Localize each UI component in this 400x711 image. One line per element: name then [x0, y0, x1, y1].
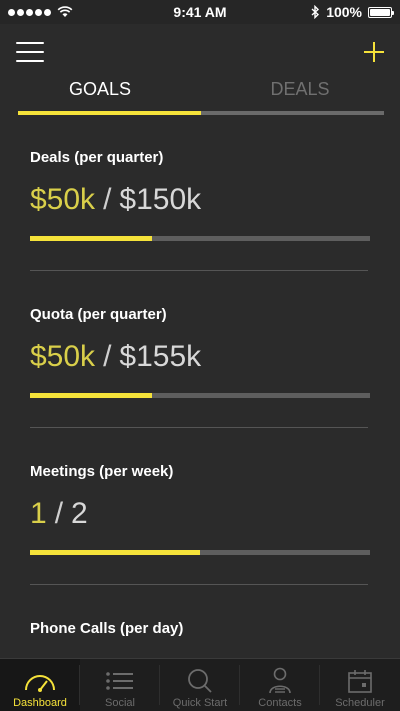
goal-progress-bar: [30, 550, 370, 555]
goal-progress-fill: [30, 393, 153, 398]
signal-strength-icon: [8, 8, 51, 16]
divider: [30, 584, 368, 585]
goals-list[interactable]: Deals (per quarter) $50k / $150k Quota (pe…: [0, 115, 400, 658]
list-icon: [106, 672, 133, 690]
goal-target-value: 2: [71, 497, 88, 530]
bottom-tab-bar: Dashboard Social Quick Start Contacts Sc…: [0, 658, 400, 711]
battery-icon: [368, 6, 394, 18]
status-right: 100%: [311, 4, 394, 20]
gauge-icon: [25, 675, 55, 692]
goal-card-deals[interactable]: Deals (per quarter) $50k / $150k: [0, 115, 400, 272]
goal-card-quota[interactable]: Quota (per quarter) $50k / $155k: [0, 272, 400, 429]
goal-target-value: $155k: [119, 340, 202, 373]
segment-tabs: GOALS DEALS: [0, 72, 400, 112]
battery-percent: 100%: [326, 4, 362, 20]
tabbar-label: Dashboard: [13, 697, 67, 709]
search-icon: [188, 669, 212, 693]
tabbar-label: Social: [105, 697, 135, 709]
tabbar-item-quick-start[interactable]: Quick Start: [160, 659, 240, 711]
tab-goals[interactable]: GOALS: [0, 72, 200, 112]
wifi-icon: [57, 6, 73, 17]
goal-title: Deals (per quarter): [30, 149, 164, 166]
goal-title: Phone Calls (per day): [30, 620, 184, 637]
tabbar-label: Quick Start: [172, 697, 228, 709]
goal-title: Meetings (per week): [30, 463, 174, 480]
goal-separator: /: [103, 340, 112, 373]
status-bar: 9:41 AM 100%: [0, 0, 400, 24]
goal-separator: /: [103, 183, 112, 216]
goal-value: $50k / $155k: [30, 340, 201, 374]
hamburger-menu-icon[interactable]: [16, 42, 44, 64]
tabbar-label: Contacts: [258, 697, 302, 709]
goal-progress-fill: [30, 550, 200, 555]
tabbar-item-scheduler[interactable]: Scheduler: [320, 659, 400, 711]
tab-deals[interactable]: DEALS: [200, 72, 400, 112]
divider: [30, 427, 368, 428]
goal-progress-fill: [30, 236, 153, 241]
goal-current-value: $50k: [30, 340, 96, 373]
tabbar-item-dashboard[interactable]: Dashboard: [0, 659, 80, 711]
plus-icon[interactable]: [362, 40, 386, 64]
goal-card-meetings[interactable]: Meetings (per week) 1/2: [0, 429, 400, 586]
goal-current-value: $50k: [30, 183, 96, 216]
bluetooth-icon: [311, 5, 320, 19]
goal-progress-bar: [30, 393, 370, 398]
tabbar-label: Scheduler: [335, 697, 385, 709]
tabbar-item-social[interactable]: Social: [80, 659, 160, 711]
goal-value: $50k / $150k: [30, 183, 201, 217]
divider: [30, 270, 368, 271]
calendar-icon: [348, 670, 372, 693]
person-icon: [269, 667, 291, 694]
goal-card-phone-calls[interactable]: Phone Calls (per day): [0, 586, 400, 658]
goal-title: Quota (per quarter): [30, 306, 167, 323]
signal-group: [8, 6, 73, 18]
goal-progress-bar: [30, 236, 370, 241]
goal-current-value: 1: [30, 497, 47, 530]
goal-value: 1/2: [30, 497, 88, 531]
goal-separator: /: [54, 497, 64, 530]
tabbar-item-contacts[interactable]: Contacts: [240, 659, 320, 711]
goal-target-value: $150k: [119, 183, 202, 216]
